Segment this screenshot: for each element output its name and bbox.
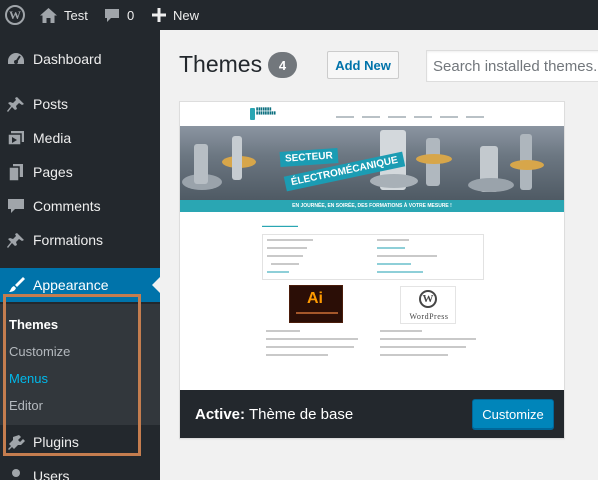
search-themes-input[interactable] — [426, 50, 598, 82]
add-new-button[interactable]: Add New — [327, 51, 399, 79]
screenshot-nav-item — [466, 116, 484, 118]
sidebar-item-comments[interactable]: Comments — [0, 189, 160, 223]
new-content-link[interactable]: New — [152, 0, 199, 30]
comments-link[interactable]: 0 — [104, 0, 134, 30]
ai-logo-text: Ai — [307, 290, 323, 307]
active-prefix: Active: — [195, 406, 246, 423]
sidebar-item-label: Formations — [33, 232, 104, 248]
wordpress-wordmark: WordPress — [409, 312, 449, 321]
pushpin-icon — [7, 233, 24, 248]
sidebar-item-users[interactable]: Users — [0, 459, 160, 480]
theme-screenshot[interactable]: ▮▮▮▮▮▮▮ ▮▮▮▮▮▮▮▮▮ SECTEUR ÉLECTROMÉCANIQU… — [180, 102, 564, 390]
theme-card-footer: Active: Thème de base Customize — [180, 390, 564, 438]
screenshot-section-link: ▬▬▬▬▬▬▬▬▬ — [262, 223, 298, 228]
active-theme-label: Active: Thème de base — [195, 406, 353, 423]
comment-bubble-icon — [105, 8, 119, 22]
dashboard-icon — [8, 53, 24, 64]
screenshot-illustrator-logo: Ai — [289, 285, 343, 323]
screenshot-nav-item — [414, 116, 432, 118]
screenshot-nav-item — [440, 116, 458, 118]
sidebar-item-label: Dashboard — [33, 51, 102, 67]
paintbrush-icon — [9, 277, 25, 292]
screenshot-logo: ▮▮▮▮▮▮▮ ▮▮▮▮▮▮▮▮▮ — [256, 106, 276, 115]
submenu-item-menus[interactable]: Menus — [9, 371, 48, 386]
sidebar-item-plugins[interactable]: Plugins — [0, 425, 160, 459]
screenshot-schedule-box — [262, 234, 484, 280]
sidebar-item-label: Users — [33, 468, 70, 480]
users-icon — [12, 469, 20, 477]
home-icon — [40, 7, 57, 23]
submenu-item-customize[interactable]: Customize — [9, 344, 70, 359]
wordpress-logo-menu[interactable]: W — [2, 0, 28, 30]
wordpress-logo-icon: W — [419, 290, 437, 308]
admin-sidebar: Dashboard Posts Media Pages Comments For… — [0, 30, 160, 480]
active-theme-card[interactable]: ▮▮▮▮▮▮▮ ▮▮▮▮▮▮▮▮▮ SECTEUR ÉLECTROMÉCANIQU… — [179, 101, 565, 439]
screenshot-logo-mark — [250, 108, 255, 120]
sidebar-item-pages[interactable]: Pages — [0, 155, 160, 189]
comments-count: 0 — [127, 7, 135, 23]
screenshot-hero-image: SECTEUR ÉLECTROMÉCANIQUE — [180, 126, 564, 200]
sidebar-item-dashboard[interactable]: Dashboard — [0, 42, 160, 76]
site-name: Test — [64, 7, 88, 23]
active-theme-name: Thème de base — [248, 406, 354, 423]
screenshot-wordpress-logo: W WordPress — [400, 286, 456, 324]
sidebar-item-label: Posts — [33, 96, 69, 112]
site-name-link[interactable]: Test — [40, 0, 88, 30]
sidebar-item-label: Media — [33, 130, 72, 146]
screenshot-site-header: ▮▮▮▮▮▮▮ ▮▮▮▮▮▮▮▮▮ — [180, 102, 564, 126]
screenshot-nav-item — [388, 116, 406, 118]
sidebar-item-formations[interactable]: Formations — [0, 223, 160, 257]
page-title: Themes — [179, 51, 263, 77]
screenshot-nav-item — [336, 116, 354, 118]
appearance-submenu: Themes Customize Menus Editor — [0, 304, 160, 425]
plugin-icon — [8, 435, 25, 450]
screenshot-nav-item — [362, 116, 380, 118]
new-label: New — [173, 7, 200, 23]
sidebar-item-label: Plugins — [33, 434, 79, 450]
admin-bar: W Test 0 New — [0, 0, 598, 30]
submenu-item-editor[interactable]: Editor — [9, 398, 43, 413]
sidebar-item-label: Pages — [33, 164, 73, 180]
sidebar-item-appearance[interactable]: Appearance — [0, 268, 160, 302]
pushpin-icon — [7, 97, 24, 112]
sidebar-item-media[interactable]: Media — [0, 121, 160, 155]
current-menu-arrow — [152, 277, 160, 293]
screenshot-banner-line1: SECTEUR — [279, 148, 339, 167]
customize-button[interactable]: Customize — [472, 399, 554, 429]
comment-icon — [8, 199, 24, 213]
sidebar-item-label: Appearance — [33, 277, 109, 293]
submenu-item-themes[interactable]: Themes — [9, 317, 58, 332]
pages-icon — [8, 164, 23, 181]
plus-icon — [152, 8, 166, 22]
screenshot-teal-strip: EN JOURNÉE, EN SOIRÉE, DES FORMATIONS À … — [180, 200, 564, 212]
theme-count-badge: 4 — [268, 52, 297, 78]
sidebar-item-posts[interactable]: Posts — [0, 87, 160, 121]
sidebar-item-label: Comments — [33, 198, 101, 214]
media-icon — [7, 131, 24, 146]
wordpress-logo-icon: W — [5, 5, 25, 25]
